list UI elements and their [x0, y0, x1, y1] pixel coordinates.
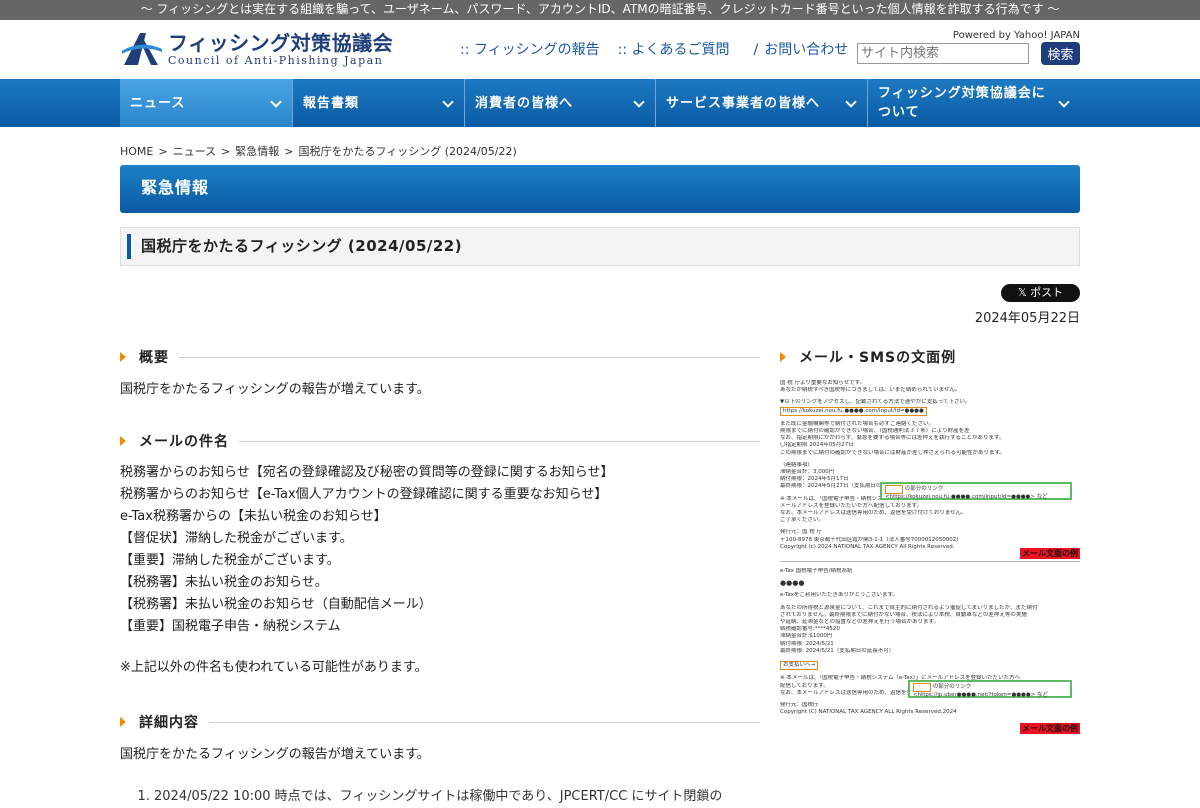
publish-date: 2024年05月22日 [974, 311, 1080, 326]
overview-text: 国税庁をかたるフィッシングの報告が増えています。 [120, 382, 430, 397]
triangle-bullet-icon [120, 352, 126, 362]
mail-sample-1: 国 税 庁より重要なお知らせです。 あなたが納税すべき国税等につきましては、いま… [780, 380, 1080, 563]
sample-tag: メール文面の例 [1020, 723, 1080, 735]
mail-samples: 国 税 庁より重要なお知らせです。 あなたが納税すべき国税等につきましては、いま… [780, 380, 1080, 735]
article-body: 概要 国税庁をかたるフィッシングの報告が増えています。 メールの件名 税務署から… [120, 348, 760, 808]
details-heading: 詳細内容 [120, 713, 760, 731]
subject-item: 税務署からのお知らせ【宛名の登録確認及び秘密の質問等の登録に関するお知らせ】 [120, 465, 614, 480]
pay-button-sample: お支払いへ→ [780, 661, 819, 671]
triangle-bullet-icon [120, 717, 126, 727]
x-post-button[interactable]: 𝕏 ポスト [1001, 284, 1080, 302]
subjects-list: 税務署からのお知らせ【宛名の登録確認及び秘密の質問等の登録に関するお知らせ】 税… [120, 462, 760, 638]
phishing-url: https://kokuzei.nou.fu.●●●●.com/input/id… [780, 406, 927, 416]
subject-item: 【税務署】未払い税金のお知らせ。 [120, 575, 328, 590]
subject-item: e-Tax税務署からの【未払い税金のお知らせ】 [120, 509, 387, 524]
subject-item: 【重要】滞納した税金がございます。 [120, 553, 340, 568]
details-list: 2024/05/22 10:00 時点では、フィッシングサイトは稼働中であり、J… [120, 786, 760, 808]
subject-item: 【重要】国税電子申告・納税システム [120, 619, 341, 634]
triangle-bullet-icon [120, 436, 126, 446]
sample-heading: メール・SMSの文面例 [780, 348, 1080, 366]
subjects-note: ※上記以外の件名も使われている可能性があります。 [120, 660, 428, 675]
subjects-heading: メールの件名 [120, 432, 760, 450]
details-text: 国税庁をかたるフィッシングの報告が増えています。 [120, 747, 430, 762]
overview-heading: 概要 [120, 348, 760, 366]
subject-item: 税務署からのお知らせ【e-Tax個人アカウントの登録確認に関する重要なお知らせ】 [120, 487, 608, 502]
mail-sample-2: e-Tax 国税電子申告/納税系統 ●●●● e-Taxをご利用いただきありがと… [780, 568, 1080, 735]
link-callout: の部分のリンク <https://kokuzei.nou.fu.●●●●.com… [880, 482, 1072, 500]
link-callout: の部分のリンク <https://jp.uber●●●●.net/?token=… [908, 680, 1072, 698]
subject-item: 【督促状】滞納した税金がございます。 [120, 531, 353, 546]
sidebar: メール・SMSの文面例 国 税 庁より重要なお知らせです。 あなたが納税すべき国… [780, 348, 1080, 735]
details-list-item: 2024/05/22 10:00 時点では、フィッシングサイトは稼働中であり、J… [154, 786, 760, 808]
subject-item: 【税務署】未払い税金のお知らせ（自動配信メール） [120, 597, 432, 612]
triangle-bullet-icon [780, 352, 786, 362]
sample-tag: メール文面の例 [1020, 548, 1080, 560]
